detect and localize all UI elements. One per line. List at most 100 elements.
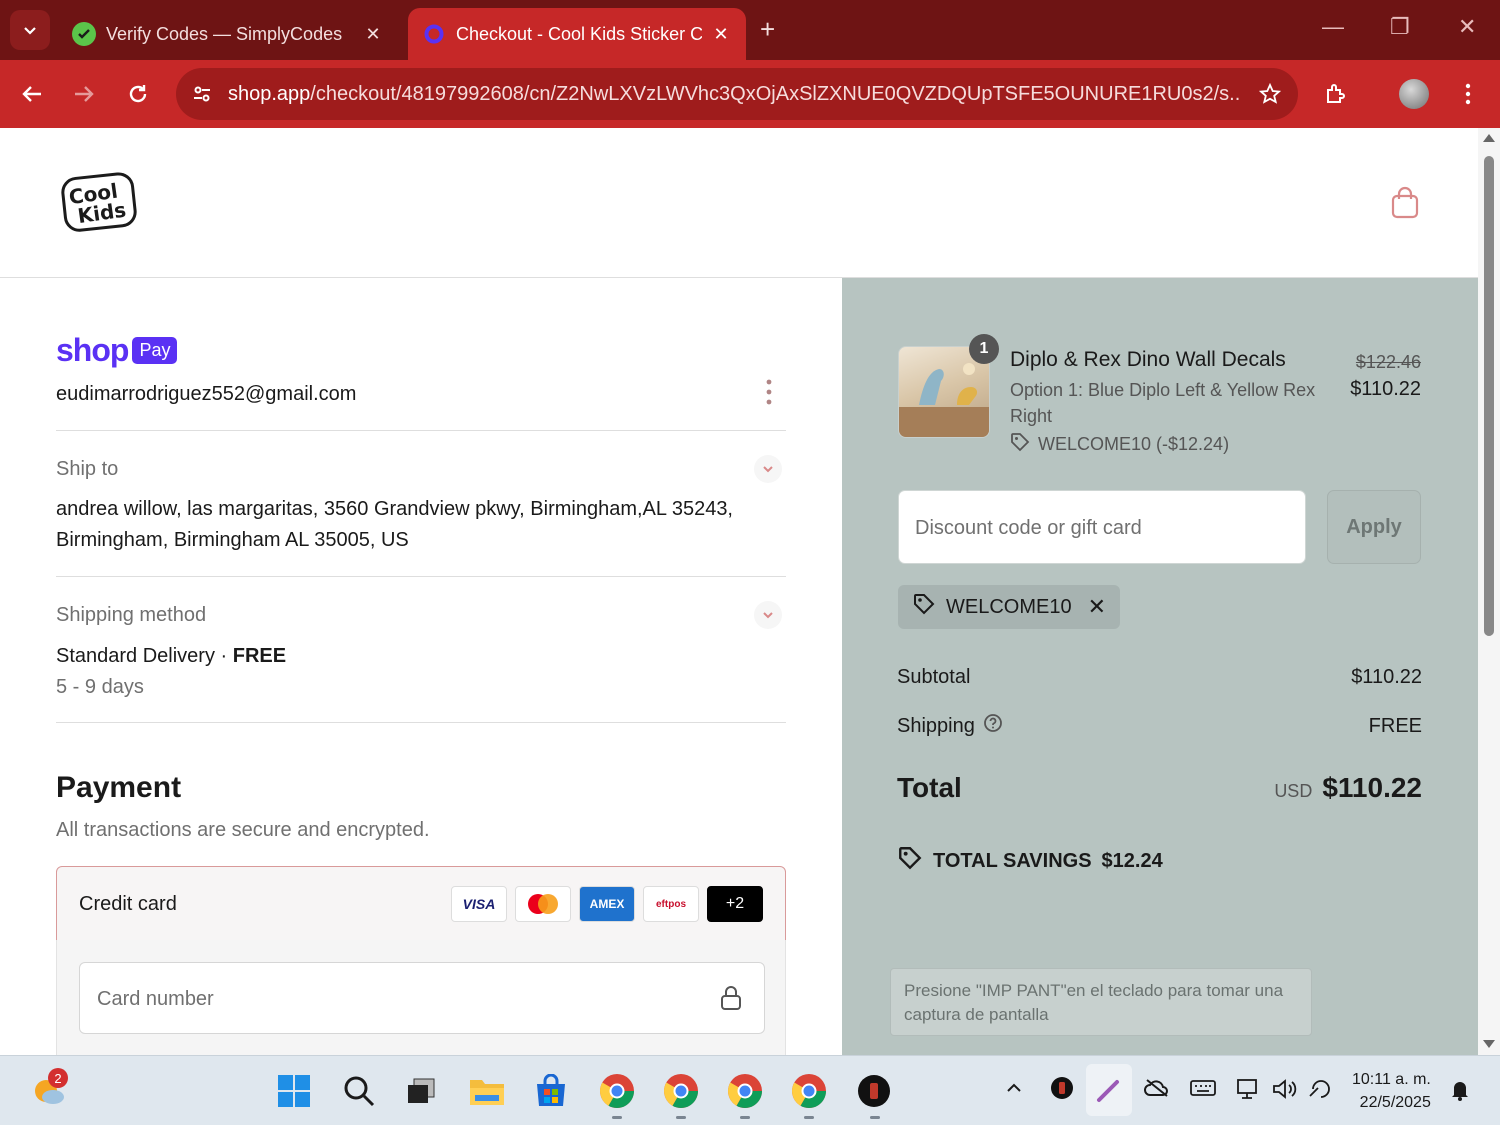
onedrive-offline-icon[interactable]: [1144, 1078, 1170, 1103]
task-view-icon[interactable]: [400, 1070, 442, 1112]
more-brands-badge: +2: [707, 886, 763, 922]
chrome-profile-1-icon[interactable]: [596, 1070, 638, 1112]
shipping-method-price: FREE: [232, 645, 287, 667]
discount-code-input[interactable]: Discount code or gift card: [898, 490, 1306, 564]
tab-search-button[interactable]: [10, 10, 50, 50]
search-icon[interactable]: [338, 1070, 380, 1112]
credit-card-option[interactable]: Credit card VISA AMEX eftpos +2: [56, 866, 786, 941]
system-clock[interactable]: 10:11 a. m. 22/5/2025: [1352, 1068, 1431, 1114]
clock-time: 10:11 a. m.: [1352, 1071, 1431, 1088]
chrome-profile-3-icon[interactable]: [724, 1070, 766, 1112]
scroll-down-arrow-icon[interactable]: [1483, 1040, 1495, 1048]
subtotal-value: $110.22: [1351, 666, 1422, 688]
tab-close-icon[interactable]: ✕: [362, 24, 384, 45]
total-savings: TOTAL SAVINGS $12.24: [897, 845, 1163, 877]
tray-app-icon[interactable]: [1050, 1076, 1074, 1105]
forward-arrow-icon[interactable]: [66, 76, 102, 112]
card-number-input[interactable]: Card number: [79, 962, 765, 1034]
running-indicator: [870, 1116, 880, 1119]
apply-discount-button[interactable]: Apply: [1327, 490, 1421, 564]
shipping-label: Shipping: [897, 714, 975, 737]
checkout-form-column: shop Pay eudimarrodriguez552@gmail.com S…: [0, 278, 842, 1055]
remove-discount-close-icon[interactable]: ✕: [1088, 594, 1106, 620]
extensions-puzzle-icon[interactable]: [1318, 76, 1354, 112]
url-text: shop.app/checkout/48197992608/cn/Z2NwLXV…: [228, 82, 1242, 105]
windows-start-icon[interactable]: [273, 1070, 315, 1112]
payment-heading: Payment: [56, 771, 182, 804]
battery-icon[interactable]: [1308, 1078, 1334, 1105]
profile-avatar[interactable]: [1396, 76, 1432, 112]
payment-subtitle: All transactions are secure and encrypte…: [56, 819, 430, 841]
shipping-eta: 5 - 9 days: [56, 676, 144, 698]
account-email: eudimarrodriguez552@gmail.com: [56, 383, 357, 405]
print-screen-hint: Presione "IMP PANT"en el teclado para to…: [890, 968, 1312, 1036]
scrollbar-thumb[interactable]: [1484, 156, 1494, 636]
show-hidden-icons-chevron-up-icon[interactable]: [1004, 1078, 1024, 1103]
back-arrow-icon[interactable]: [14, 76, 50, 112]
shipping-method-label: Shipping method: [56, 604, 207, 626]
shipping-method-expand-chevron-icon[interactable]: [754, 601, 782, 629]
shopping-bag-icon[interactable]: [1390, 186, 1420, 225]
new-tab-plus-icon[interactable]: +: [760, 14, 775, 45]
tab-checkout[interactable]: Checkout - Cool Kids Sticker Co ✕: [408, 8, 746, 60]
discount-code-placeholder: Discount code or gift card: [915, 517, 1142, 539]
total-savings-label: TOTAL SAVINGS: [933, 849, 1092, 872]
account-menu-icon[interactable]: [766, 378, 772, 406]
clock-date: 22/5/2025: [1359, 1094, 1431, 1111]
total-savings-value: $12.24: [1101, 849, 1163, 872]
visa-logo: VISA: [451, 886, 507, 922]
minimize-icon[interactable]: —: [1322, 14, 1344, 40]
ship-to-expand-chevron-icon[interactable]: [754, 455, 782, 483]
applied-discount-chip: WELCOME10 ✕: [898, 585, 1121, 629]
scroll-up-arrow-icon[interactable]: [1483, 134, 1495, 142]
shop-pay-logo: shop Pay: [56, 332, 178, 369]
browser-tab-bar: Verify Codes — SimplyCodes ✕ Checkout - …: [0, 0, 1500, 60]
order-summary-column: 1 Diplo & Rex Dino Wall Decals Option 1:…: [842, 278, 1478, 1055]
app-icon[interactable]: [853, 1070, 895, 1112]
keyboard-icon[interactable]: [1190, 1078, 1216, 1103]
chrome-profile-4-icon[interactable]: [788, 1070, 830, 1112]
shipping-method-name: Standard Delivery ·: [56, 645, 233, 667]
volume-icon[interactable]: [1272, 1078, 1298, 1105]
discounted-price: $110.22: [1350, 378, 1421, 400]
ship-to-label: Ship to: [56, 458, 119, 480]
restore-icon[interactable]: ❐: [1390, 14, 1410, 40]
shipping-row: Shipping FREE: [897, 713, 1422, 739]
tab-simplycodes[interactable]: Verify Codes — SimplyCodes ✕: [58, 8, 398, 60]
currency-code: USD: [1274, 781, 1313, 801]
card-brand-logos: VISA AMEX eftpos +2: [451, 886, 763, 922]
original-price: $122.46: [1355, 352, 1421, 372]
tag-icon: [912, 592, 936, 622]
notification-bell-icon[interactable]: [1448, 1078, 1472, 1107]
microsoft-store-icon[interactable]: [530, 1070, 572, 1112]
item-quantity-badge: 1: [969, 334, 999, 364]
network-icon[interactable]: [1236, 1078, 1262, 1105]
pen-tray-icon[interactable]: [1086, 1064, 1132, 1116]
file-explorer-icon[interactable]: [466, 1070, 508, 1112]
product-discount: WELCOME10 (-$12.24): [1010, 432, 1229, 457]
total-label: Total: [897, 772, 962, 803]
browser-toolbar: shop.app/checkout/48197992608/cn/Z2NwLXV…: [0, 60, 1500, 128]
product-title: Diplo & Rex Dino Wall Decals: [1010, 348, 1286, 371]
credit-card-form: Card number: [56, 940, 786, 1055]
subtotal-row: Subtotal $110.22: [897, 666, 1422, 689]
chrome-profile-2-icon[interactable]: [660, 1070, 702, 1112]
applied-discount-code: WELCOME10: [946, 595, 1072, 618]
shipping-method-option[interactable]: Standard Delivery · FREE 5 - 9 days: [56, 641, 286, 703]
close-window-icon[interactable]: ✕: [1458, 14, 1476, 40]
amex-logo: AMEX: [579, 886, 635, 922]
tab-close-icon[interactable]: ✕: [710, 24, 732, 45]
ship-to-address[interactable]: andrea willow, las margaritas, 3560 Gran…: [56, 494, 733, 556]
help-circle-icon[interactable]: [983, 713, 1003, 739]
shop-favicon-icon: [422, 22, 446, 46]
site-settings-icon[interactable]: [176, 84, 228, 104]
tab-title: Checkout - Cool Kids Sticker Co: [456, 23, 702, 44]
page-scrollbar[interactable]: [1478, 128, 1500, 1055]
reload-icon[interactable]: [120, 76, 156, 112]
browser-menu-icon[interactable]: [1450, 76, 1486, 112]
address-bar[interactable]: shop.app/checkout/48197992608/cn/Z2NwLXV…: [176, 68, 1298, 120]
store-header: Cool Kids: [0, 128, 1478, 278]
bookmark-star-icon[interactable]: [1242, 83, 1298, 105]
tag-icon: [1010, 432, 1030, 457]
store-logo[interactable]: Cool Kids: [60, 172, 140, 234]
